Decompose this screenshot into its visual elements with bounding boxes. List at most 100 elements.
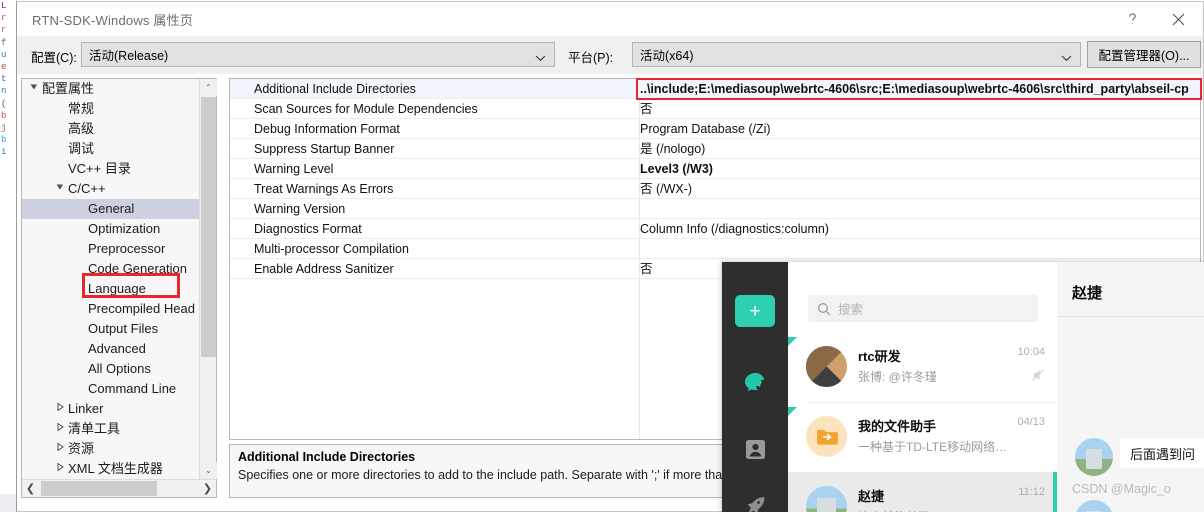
tree-item-[interactable]: 配置属性 bbox=[22, 79, 199, 99]
tree-item-[interactable]: 常规 bbox=[22, 99, 199, 119]
property-row[interactable]: Scan Sources for Module Dependencies 否 bbox=[230, 99, 1200, 119]
property-value[interactable]: 否 bbox=[640, 99, 1200, 119]
tree-item-label: Advanced bbox=[88, 341, 146, 356]
tree-item-[interactable]: 高级 bbox=[22, 119, 199, 139]
message-avatar-2[interactable] bbox=[1075, 500, 1113, 512]
property-row[interactable]: Debug Information Format Program Database… bbox=[230, 119, 1200, 139]
property-name: Diagnostics Format bbox=[254, 222, 362, 236]
configuration-manager-button[interactable]: 配置管理器(O)... bbox=[1087, 41, 1201, 68]
tree-horizontal-scroll-thumb[interactable] bbox=[41, 481, 157, 496]
tree-item-xml[interactable]: XML 文档生成器 bbox=[22, 459, 199, 479]
tree-item-label: Optimization bbox=[88, 221, 161, 236]
property-row[interactable]: Multi-processor Compilation bbox=[230, 239, 1200, 259]
tree-item-output-files[interactable]: Output Files bbox=[22, 319, 199, 339]
property-name: Debug Information Format bbox=[254, 122, 400, 136]
tree-item-command-line[interactable]: Command Line bbox=[22, 379, 199, 399]
tree-item-language[interactable]: Language bbox=[22, 279, 199, 299]
tree-item-label: 常规 bbox=[68, 101, 95, 116]
code-gutter-char: e bbox=[1, 62, 7, 73]
tree-item-linker[interactable]: Linker bbox=[22, 399, 199, 419]
property-value[interactable]: 否 (/WX-) bbox=[640, 179, 1200, 199]
chat-icon[interactable] bbox=[735, 365, 775, 399]
conversation-time: 11:12 bbox=[1018, 486, 1045, 498]
property-row[interactable]: Warning Level Level3 (/W3) bbox=[230, 159, 1200, 179]
search-icon bbox=[817, 302, 831, 316]
code-gutter-char: r bbox=[1, 13, 7, 24]
tree-item-[interactable]: 调试 bbox=[22, 139, 199, 159]
apps-rocket-icon[interactable] bbox=[735, 490, 775, 512]
property-value[interactable]: Column Info (/diagnostics:column) bbox=[640, 219, 1200, 239]
mute-icon bbox=[1031, 368, 1045, 385]
tree-vertical-scroll-thumb[interactable] bbox=[201, 97, 216, 357]
platform-dropdown[interactable]: 活动(x64) bbox=[632, 42, 1081, 67]
platform-value: 活动(x64) bbox=[640, 49, 694, 63]
tree-item-label: Precompiled Head bbox=[88, 301, 195, 316]
tree-item-[interactable]: 资源 bbox=[22, 439, 199, 459]
property-value[interactable]: 是 (/nologo) bbox=[640, 139, 1200, 159]
property-name: Warning Level bbox=[254, 162, 334, 176]
help-icon[interactable] bbox=[1109, 2, 1155, 36]
conversation-preview: 这个就简单了 bbox=[858, 508, 930, 512]
property-value[interactable]: Program Database (/Zi) bbox=[640, 119, 1200, 139]
chat-header: 赵捷 bbox=[1058, 262, 1204, 317]
tree-vertical-scrollbar[interactable]: ⌃ ⌄ bbox=[199, 79, 217, 479]
tree-item-optimization[interactable]: Optimization bbox=[22, 219, 199, 239]
property-row[interactable]: Warning Version bbox=[230, 199, 1200, 219]
tree-item-label: XML 文档生成器 bbox=[68, 461, 163, 476]
tree-item-label: C/C++ bbox=[68, 181, 106, 196]
tree-item-label: 资源 bbox=[68, 441, 95, 456]
property-row[interactable]: Diagnostics Format Column Info (/diagnost… bbox=[230, 219, 1200, 239]
chevron-right-icon[interactable] bbox=[54, 399, 66, 419]
scroll-left-icon[interactable]: ❮ bbox=[22, 480, 39, 497]
tree-item-[interactable]: 清单工具 bbox=[22, 419, 199, 439]
property-row[interactable]: Suppress Startup Banner 是 (/nologo) bbox=[230, 139, 1200, 159]
tree-item-preprocessor[interactable]: Preprocessor bbox=[22, 239, 199, 259]
add-button[interactable]: + bbox=[735, 295, 775, 327]
conversation-item[interactable]: 赵捷这个就简单了 11:12 bbox=[788, 472, 1057, 512]
scroll-down-icon[interactable]: ⌄ bbox=[200, 462, 217, 479]
property-name: Additional Include Directories bbox=[254, 82, 416, 96]
code-gutter-char: t bbox=[1, 74, 7, 85]
search-box[interactable]: 搜索 bbox=[808, 295, 1038, 322]
description-title: Additional Include Directories bbox=[238, 450, 416, 464]
scroll-right-icon[interactable]: ❯ bbox=[199, 480, 216, 497]
tree-item-label: Linker bbox=[68, 401, 104, 416]
tree-item-code-generation[interactable]: Code Generation bbox=[22, 259, 199, 279]
tree-item-all-options[interactable]: All Options bbox=[22, 359, 199, 379]
property-row[interactable]: Additional Include Directories ..\include… bbox=[230, 79, 1200, 99]
chevron-right-icon[interactable] bbox=[54, 459, 66, 479]
configuration-value: 活动(Release) bbox=[89, 49, 169, 63]
tree-item-label: 调试 bbox=[68, 141, 95, 156]
contacts-icon[interactable] bbox=[735, 432, 775, 466]
conversation-item[interactable]: 我的文件助手 一种基于TD-LTE移动网络… 04/13 bbox=[788, 402, 1057, 472]
tree-item-vc[interactable]: VC++ 目录 bbox=[22, 159, 199, 179]
code-gutter-char: b bbox=[1, 135, 7, 146]
property-value[interactable]: ..\include;E:\mediasoup\webrtc-4606\src;… bbox=[640, 79, 1200, 99]
chevron-down-icon[interactable] bbox=[54, 179, 66, 199]
tree-item-c-c[interactable]: C/C++ bbox=[22, 179, 199, 199]
chevron-down-icon[interactable] bbox=[28, 79, 40, 99]
tree-item-precompiled-head[interactable]: Precompiled Head bbox=[22, 299, 199, 319]
property-value[interactable]: Level3 (/W3) bbox=[640, 159, 1200, 179]
tree-item-label: 高级 bbox=[68, 121, 95, 136]
property-row[interactable]: Treat Warnings As Errors 否 (/WX-) bbox=[230, 179, 1200, 199]
chevron-right-icon[interactable] bbox=[54, 439, 66, 459]
tree-horizontal-scrollbar[interactable]: ❮ ❯ bbox=[22, 479, 216, 497]
conversation-time: 04/13 bbox=[1017, 416, 1045, 428]
code-gutter-char: i bbox=[1, 147, 7, 158]
settings-tree-pane: 配置属性常规高级调试 VC++ 目录 C/C++ General Optimizatio… bbox=[21, 78, 217, 498]
scroll-up-icon[interactable]: ⌃ bbox=[200, 79, 217, 96]
avatar bbox=[806, 346, 847, 387]
tree-item-general[interactable]: General bbox=[22, 199, 199, 219]
close-icon[interactable] bbox=[1155, 2, 1201, 36]
chevron-right-icon[interactable] bbox=[54, 419, 66, 439]
tree-item-label: 配置属性 bbox=[42, 81, 95, 96]
conversation-item[interactable]: rtc研发 张博: @许冬瑾 10:04 bbox=[788, 332, 1057, 402]
tree-item-advanced[interactable]: Advanced bbox=[22, 339, 199, 359]
chat-panel: 赵捷 后面遇到问 CSDN @Magic_o bbox=[1058, 262, 1204, 512]
configuration-dropdown[interactable]: 活动(Release) bbox=[81, 42, 555, 67]
active-conversation-bar bbox=[1053, 472, 1057, 512]
avatar bbox=[806, 486, 847, 512]
message-avatar[interactable] bbox=[1075, 438, 1113, 476]
code-gutter-char: n bbox=[1, 86, 7, 97]
